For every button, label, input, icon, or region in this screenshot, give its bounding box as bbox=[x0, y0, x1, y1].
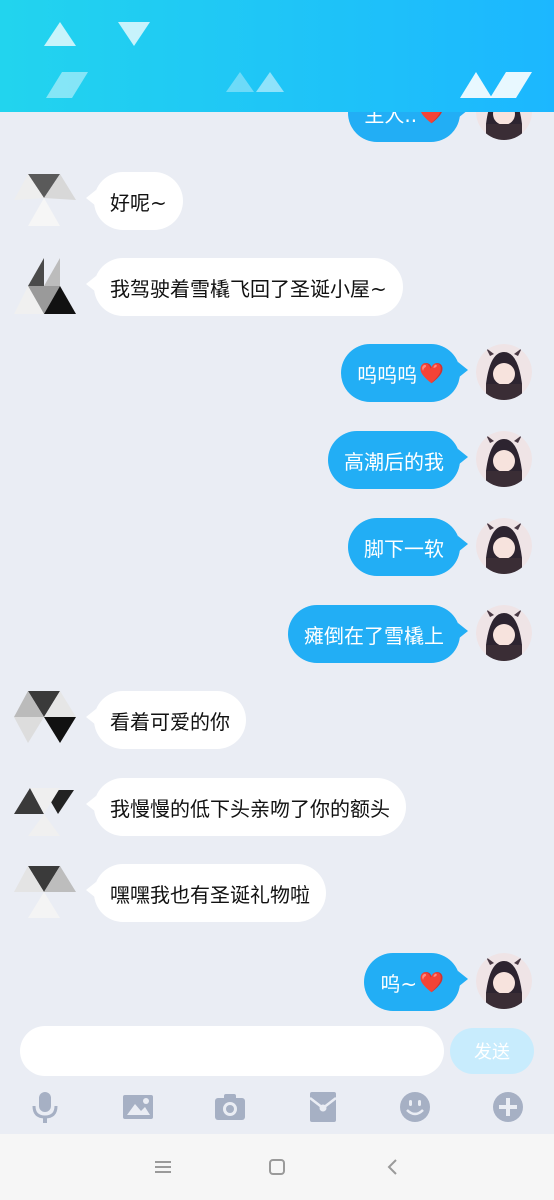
message-bubble[interactable]: 我慢慢的低下头亲吻了你的额头 bbox=[86, 778, 406, 836]
message-row: 呜呜呜 ❤️ bbox=[0, 344, 554, 408]
contact-avatar[interactable] bbox=[14, 172, 76, 230]
heart-emoji: ❤️ bbox=[419, 361, 444, 385]
heart-emoji: ❤️ bbox=[419, 970, 444, 994]
message-bubble[interactable]: 嘿嘿我也有圣诞礼物啦 bbox=[86, 864, 326, 922]
microphone-icon[interactable] bbox=[28, 1090, 62, 1124]
user-avatar[interactable] bbox=[476, 518, 532, 574]
message-text: 呜~ bbox=[380, 971, 418, 996]
contact-avatar[interactable] bbox=[14, 691, 76, 749]
composer: 发送 bbox=[0, 1022, 554, 1082]
message-bubble[interactable]: 好呢~ bbox=[86, 172, 183, 230]
message-text: 好呢~ bbox=[110, 190, 167, 215]
contact-avatar[interactable] bbox=[14, 778, 76, 836]
send-button[interactable]: 发送 bbox=[450, 1028, 534, 1074]
user-avatar[interactable] bbox=[476, 953, 532, 1009]
message-text: 高潮后的我 bbox=[344, 449, 444, 474]
message-row: 嘿嘿我也有圣诞礼物啦 bbox=[0, 864, 554, 928]
user-avatar[interactable] bbox=[476, 605, 532, 661]
message-text: 我驾驶着雪橇飞回了圣诞小屋~ bbox=[110, 276, 387, 301]
home-icon[interactable] bbox=[266, 1156, 288, 1178]
header-decoration bbox=[44, 22, 532, 98]
message-bubble[interactable]: 高潮后的我 bbox=[328, 431, 468, 489]
menu-icon[interactable] bbox=[152, 1156, 174, 1178]
message-text: 脚下一软 bbox=[364, 536, 444, 561]
message-text: 嘿嘿我也有圣诞礼物啦 bbox=[110, 882, 310, 907]
emoji-icon[interactable] bbox=[398, 1090, 432, 1124]
message-input[interactable] bbox=[20, 1026, 444, 1076]
message-bubble[interactable]: 呜~ ❤️ bbox=[364, 953, 468, 1011]
contact-avatar[interactable] bbox=[14, 864, 76, 922]
chat-area[interactable]: 主人.. ❤️ 好呢~ 我驾驶着雪橇飞回了圣诞小屋~ 呜呜呜 ❤️ 高潮后的我 … bbox=[0, 0, 554, 1020]
system-navbar bbox=[0, 1134, 554, 1200]
user-avatar[interactable] bbox=[476, 344, 532, 400]
message-bubble[interactable]: 看着可爱的你 bbox=[86, 691, 246, 749]
red-packet-icon[interactable] bbox=[306, 1090, 340, 1124]
contact-avatar[interactable] bbox=[14, 258, 76, 316]
message-row: 脚下一软 bbox=[0, 518, 554, 582]
message-text: 我慢慢的低下头亲吻了你的额头 bbox=[110, 796, 390, 821]
message-row: 我驾驶着雪橇飞回了圣诞小屋~ bbox=[0, 258, 554, 322]
message-bubble[interactable]: 我驾驶着雪橇飞回了圣诞小屋~ bbox=[86, 258, 403, 316]
message-row: 瘫倒在了雪橇上 bbox=[0, 605, 554, 669]
message-bubble[interactable]: 呜呜呜 ❤️ bbox=[341, 344, 468, 402]
message-row: 看着可爱的你 bbox=[0, 691, 554, 755]
back-icon[interactable] bbox=[382, 1156, 404, 1178]
message-row: 我慢慢的低下头亲吻了你的额头 bbox=[0, 778, 554, 842]
chat-header bbox=[0, 0, 554, 112]
camera-icon[interactable] bbox=[213, 1090, 247, 1124]
message-bubble[interactable]: 瘫倒在了雪橇上 bbox=[288, 605, 468, 663]
message-row: 好呢~ bbox=[0, 172, 554, 236]
message-row: 呜~ ❤️ bbox=[0, 953, 554, 1017]
image-icon[interactable] bbox=[121, 1090, 155, 1124]
message-text: 看着可爱的你 bbox=[110, 709, 230, 734]
message-bubble[interactable]: 脚下一软 bbox=[348, 518, 468, 576]
message-row: 高潮后的我 bbox=[0, 431, 554, 495]
message-text: 呜呜呜 bbox=[357, 362, 418, 387]
user-avatar[interactable] bbox=[476, 431, 532, 487]
plus-icon[interactable] bbox=[491, 1090, 525, 1124]
composer-toolbar bbox=[0, 1082, 554, 1134]
message-text: 瘫倒在了雪橇上 bbox=[304, 623, 444, 648]
